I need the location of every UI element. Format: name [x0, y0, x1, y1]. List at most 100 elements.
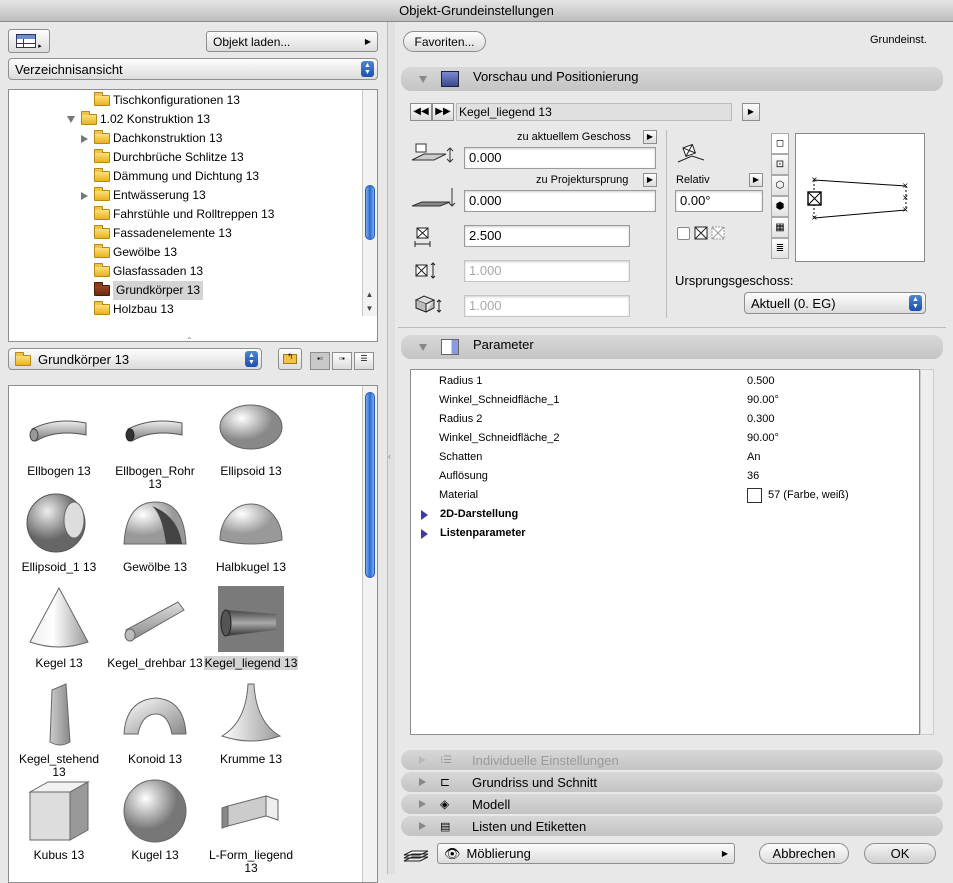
pane-divider[interactable]: ‹: [387, 22, 395, 874]
tree-scrollbar[interactable]: [362, 90, 377, 316]
section-modell-title: Modell: [472, 796, 511, 812]
prev-object-button[interactable]: ◀◀: [410, 103, 432, 121]
preview-3d-shaded-icon[interactable]: ⬢: [771, 196, 789, 217]
tree-item[interactable]: Fassadenelemente 13: [81, 224, 232, 243]
section-modell-header[interactable]: ◈ Modell: [401, 794, 943, 814]
object-icon-item[interactable]: Kugel 13: [107, 778, 203, 862]
tree-scroll-up[interactable]: ▲: [362, 290, 377, 303]
small-icons-view-icon[interactable]: ▫▪: [332, 352, 352, 370]
ok-button[interactable]: OK: [864, 843, 936, 864]
parameter-scrollbar[interactable]: [920, 369, 934, 735]
object-icon-item[interactable]: L-Form_liegend 13: [203, 778, 299, 875]
param-group[interactable]: Listenparameter: [421, 524, 526, 543]
tree-scroll-thumb[interactable]: [365, 185, 375, 240]
tree-item[interactable]: Holzbau 13: [81, 300, 174, 319]
cancel-button[interactable]: Abbrechen: [759, 843, 849, 864]
next-object-button[interactable]: ▶▶: [432, 103, 454, 121]
object-icon-item[interactable]: Halbkugel 13: [203, 490, 299, 574]
param-value[interactable]: 90.00°: [747, 429, 779, 448]
tree-item[interactable]: Durchbrüche Schlitze 13: [81, 148, 244, 167]
splitter-handle[interactable]: ⌃: [186, 336, 193, 345]
folder-select[interactable]: Grundkörper 13 ▲ ▼: [8, 348, 262, 370]
object-icon-item[interactable]: Kegel_drehbar 13: [107, 586, 203, 670]
object-icon-item[interactable]: Ellbogen_Rohr 13: [107, 394, 203, 491]
object-icon-item[interactable]: Ellbogen 13: [11, 394, 107, 478]
angle-input[interactable]: 0.00°: [675, 190, 763, 212]
section-listen-header[interactable]: ▤ Listen und Etiketten: [401, 816, 943, 836]
projekt-elevation-input[interactable]: 0.000: [464, 190, 656, 212]
large-icons-view-icon[interactable]: ▪▫: [310, 352, 330, 370]
material-swatch[interactable]: [747, 488, 762, 503]
object-icons-grid[interactable]: Ellbogen 13 Ellbogen_Rohr 13 Ellipsoid 13 E…: [8, 385, 378, 883]
objekt-laden-button[interactable]: Objekt laden... ▶: [206, 31, 378, 52]
section-grundriss-header[interactable]: ⊏ Grundriss und Schnitt: [401, 772, 943, 792]
object-icon-item[interactable]: Ellipsoid_1 13: [11, 490, 107, 574]
favoriten-button[interactable]: Favoriten...: [403, 31, 486, 52]
relativ-menu-button[interactable]: ▶: [749, 173, 763, 187]
tree-item-label: Entwässerung 13: [113, 188, 206, 202]
section-vorschau-header[interactable]: Vorschau und Positionierung: [401, 67, 943, 91]
object-icon-item[interactable]: Konoid 13: [107, 682, 203, 766]
object-icon-item[interactable]: Krumme 13: [203, 682, 299, 766]
tree-item[interactable]: Grundkörper 13: [81, 281, 204, 300]
mirror-checkbox[interactable]: [677, 227, 690, 240]
view-mode-select[interactable]: Verzeichnisansicht ▲ ▼: [8, 58, 378, 80]
layer-select[interactable]: 👁 Möblierung ▶: [437, 843, 735, 864]
view-settings-button[interactable]: ▸: [8, 29, 50, 53]
tree-item[interactable]: Tischkonfigurationen 13: [81, 91, 240, 110]
tree-scroll-down[interactable]: ▼: [362, 304, 377, 317]
geschoss-elevation-input[interactable]: 0.000: [464, 147, 656, 169]
ursprung-select[interactable]: Aktuell (0. EG) ▲ ▼: [744, 292, 926, 314]
projekt-menu-button[interactable]: ▶: [643, 173, 657, 187]
preview-list-icon[interactable]: ≣: [771, 238, 789, 259]
param-value[interactable]: 0.300: [747, 410, 775, 429]
icons-scroll-thumb[interactable]: [365, 392, 375, 578]
param-value[interactable]: 57 (Farbe, weiß): [747, 486, 849, 505]
preview-3d-icon[interactable]: ⬡: [771, 175, 789, 196]
icons-scrollbar[interactable]: [362, 386, 377, 882]
preview-section-icon[interactable]: ▦: [771, 217, 789, 238]
object-icon-item[interactable]: Kegel_stehend 13: [11, 682, 107, 779]
tree-item[interactable]: 1.02 Konstruktion 13: [67, 110, 210, 129]
tree-item[interactable]: Glasfassaden 13: [81, 262, 203, 281]
object-icon-label: Ellipsoid 13: [220, 464, 282, 478]
height-input[interactable]: 1.000: [464, 295, 630, 317]
disclosure-right-icon[interactable]: [81, 191, 88, 200]
object-icon-item[interactable]: Gewölbe 13: [107, 490, 203, 574]
tree-item[interactable]: Entwässerung 13: [81, 186, 206, 205]
param-value[interactable]: 0.500: [747, 372, 775, 391]
preview-plan-icon[interactable]: ◻: [771, 133, 789, 154]
tree-item[interactable]: Fahrstühle und Rolltreppen 13: [81, 205, 274, 224]
tree-item[interactable]: Dämmung und Dichtung 13: [81, 167, 259, 186]
param-value[interactable]: 36: [747, 467, 759, 486]
object-icon-label: Ellipsoid_1 13: [21, 560, 97, 574]
param-value[interactable]: An: [747, 448, 760, 467]
list-view-icon[interactable]: ☰: [354, 352, 374, 370]
object-icon-item[interactable]: Kegel_liegend 13: [203, 586, 299, 670]
param-group-label: Listenparameter: [440, 527, 526, 539]
object-icon-item[interactable]: Kubus 13: [11, 778, 107, 862]
project-origin-icon: [410, 186, 458, 210]
length-input[interactable]: 1.000: [464, 260, 630, 282]
preview-side-icon[interactable]: ⊡: [771, 154, 789, 175]
kegel-stehend-icon: [26, 682, 92, 748]
objekt-laden-label: Objekt laden...: [213, 34, 291, 49]
object-icon-item[interactable]: Ellipsoid 13: [203, 394, 299, 478]
parameter-list[interactable]: Radius 1 0.500 Winkel_Schneidfläche_1 90.00…: [410, 369, 920, 735]
geschoss-menu-button[interactable]: ▶: [643, 130, 657, 144]
object-name-menu-button[interactable]: ▶: [742, 103, 760, 121]
param-group[interactable]: 2D-Darstellung: [421, 505, 518, 524]
disclosure-right-icon[interactable]: [81, 134, 88, 143]
width-input[interactable]: 2.500: [464, 225, 630, 247]
folder-tree[interactable]: Tischkonfigurationen 13 1.02 Konstruktion…: [8, 89, 378, 342]
section-individuelle-header[interactable]: ⁝☰ Individuelle Einstellungen: [401, 750, 943, 770]
object-icon-item[interactable]: Kegel 13: [11, 586, 107, 670]
mirror-on-icon: [694, 226, 708, 240]
tree-item[interactable]: Gewölbe 13: [81, 243, 177, 262]
section-parameter-header[interactable]: Parameter: [401, 335, 943, 359]
param-value[interactable]: 90.00°: [747, 391, 779, 410]
tree-item[interactable]: Dachkonstruktion 13: [81, 129, 222, 148]
ursprung-select-label: Aktuell (0. EG): [751, 295, 836, 311]
disclosure-down-icon[interactable]: [67, 116, 75, 123]
folder-up-button[interactable]: ↰: [278, 348, 302, 370]
